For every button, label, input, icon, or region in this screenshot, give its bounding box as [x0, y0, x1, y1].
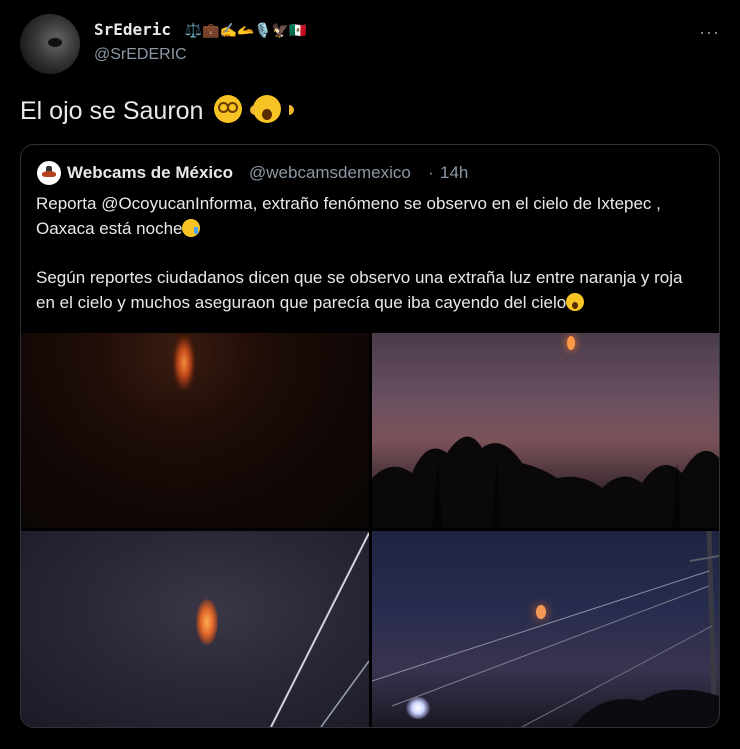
- dizzy-face-icon: [214, 95, 243, 123]
- author-name-emojis: ⚖️💼✍️🫴🎙️🦅🇲🇽: [184, 23, 307, 39]
- photo-4[interactable]: [372, 531, 719, 727]
- screaming-face-icon: [566, 293, 585, 311]
- quoted-paragraph-2: Según reportes ciudadanos dicen que se o…: [36, 268, 683, 312]
- utility-pole: [372, 531, 719, 727]
- author-handle[interactable]: @SrEDERIC: [94, 46, 187, 64]
- author-avatar[interactable]: [20, 14, 80, 74]
- quoted-tweet[interactable]: Webcams de México @webcamsdemexico · 14h…: [20, 144, 720, 728]
- separator-dot: ·: [428, 163, 434, 182]
- photo-2[interactable]: [372, 333, 719, 528]
- orange-light-streak: [173, 335, 195, 390]
- photo-grid: [21, 333, 719, 727]
- photo-3[interactable]: [21, 531, 369, 727]
- photo-1[interactable]: [21, 333, 369, 528]
- screaming-face-icon: [250, 95, 295, 123]
- tweet-text: El ojo se Sauron: [20, 95, 295, 126]
- crying-face-icon: [182, 219, 201, 237]
- quoted-avatar[interactable]: [37, 161, 61, 185]
- quoted-handle[interactable]: @webcamsdemexico: [249, 163, 411, 183]
- palm-silhouettes: [372, 436, 719, 528]
- quoted-display-name[interactable]: Webcams de México: [67, 163, 233, 183]
- avatar-eye: [48, 38, 62, 47]
- quoted-timestamp[interactable]: 14h: [440, 163, 468, 183]
- power-lines: [270, 532, 369, 727]
- sombrero-icon: [42, 171, 56, 177]
- quoted-paragraph-1: Reporta @OcoyucanInforma, extraño fenóme…: [36, 194, 661, 238]
- author-display-name[interactable]: SrEderic ⚖️💼✍️🫴🎙️🦅🇲🇽: [94, 20, 307, 39]
- more-options-icon[interactable]: ···: [699, 22, 720, 43]
- orange-light-dot: [567, 336, 575, 350]
